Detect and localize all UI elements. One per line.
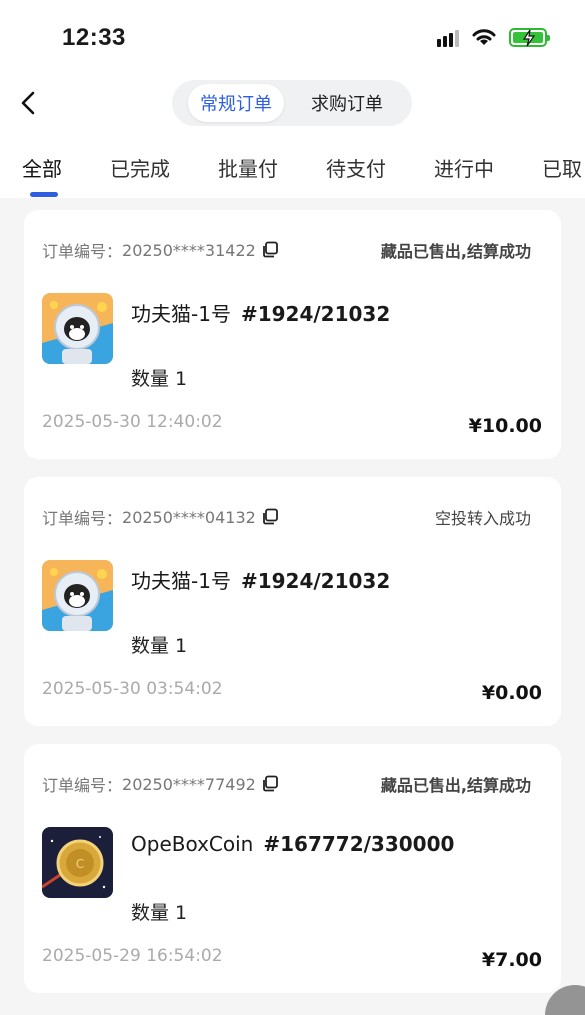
order-status: 藏品已售出,结算成功 (380, 242, 531, 261)
copy-icon[interactable] (261, 508, 279, 526)
copy-icon[interactable] (261, 775, 279, 793)
order-date: 2025-05-30 03:54:02 (42, 679, 223, 699)
header-area: 12:33 常规订单 求购订单 全部 已完成 批量付 待支付 进行中 已取 (0, 0, 585, 198)
tab-all[interactable]: 全部 (22, 153, 62, 182)
order-number: 订单编号： 20250****31422 (42, 238, 279, 262)
order-status: 藏品已售出,结算成功 (380, 776, 531, 795)
order-status: 空投转入成功 (434, 509, 531, 528)
tab-pending-payment[interactable]: 待支付 (326, 153, 386, 182)
order-number: 订单编号： 20250****77492 (42, 772, 279, 796)
order-price: ¥7.00 (481, 949, 542, 971)
order-card[interactable]: 订单编号： 20250****77492 藏品已售出,结算成功 C OpeBox… (24, 744, 561, 993)
order-date: 2025-05-30 12:40:02 (42, 412, 223, 432)
wifi-icon (472, 29, 496, 45)
tab-in-progress[interactable]: 进行中 (434, 153, 494, 182)
item-title: 功夫猫-1号 #1924/21032 (131, 569, 391, 593)
svg-text:C: C (76, 857, 84, 871)
back-button[interactable] (14, 88, 42, 118)
item-title: 功夫猫-1号 #1924/21032 (131, 302, 391, 326)
copy-icon[interactable] (261, 241, 279, 259)
status-icons (437, 27, 550, 47)
tab-batch-pay[interactable]: 批量付 (218, 153, 278, 182)
battery-icon (509, 27, 550, 47)
order-price: ¥10.00 (468, 415, 542, 437)
cellular-signal-icon (437, 27, 459, 47)
order-card[interactable]: 订单编号： 20250****31422 藏品已售出,结算成功 功夫猫-1号 #1… (24, 210, 561, 459)
order-price: ¥0.00 (481, 682, 542, 704)
order-number: 订单编号： 20250****04132 (42, 505, 279, 529)
item-title: OpeBoxCoin #167772/330000 (131, 832, 455, 856)
nav-row: 常规订单 求购订单 (0, 78, 585, 130)
order-card[interactable]: 订单编号： 20250****04132 空投转入成功 功夫猫-1号 #1924/… (24, 477, 561, 726)
tab-cancelled[interactable]: 已取 (542, 153, 582, 182)
chevron-left-icon (21, 91, 35, 115)
tab-completed[interactable]: 已完成 (110, 153, 170, 182)
item-quantity: 数量 1 (131, 368, 188, 390)
active-tab-indicator (30, 192, 58, 197)
item-quantity: 数量 1 (131, 902, 188, 924)
segment-purchase-orders[interactable]: 求购订单 (292, 84, 402, 122)
gold-coin-thumbnail: C (42, 827, 113, 898)
order-type-segment: 常规订单 求购订单 (172, 80, 412, 126)
order-date: 2025-05-29 16:54:02 (42, 946, 223, 966)
segment-regular-orders[interactable]: 常规订单 (188, 84, 284, 122)
cat-astronaut-thumbnail (42, 560, 113, 631)
status-tabs: 全部 已完成 批量付 待支付 进行中 已取 (0, 150, 585, 198)
item-quantity: 数量 1 (131, 635, 188, 657)
cat-astronaut-thumbnail (42, 293, 113, 364)
status-time: 12:33 (62, 24, 126, 51)
status-bar: 12:33 (0, 0, 585, 78)
